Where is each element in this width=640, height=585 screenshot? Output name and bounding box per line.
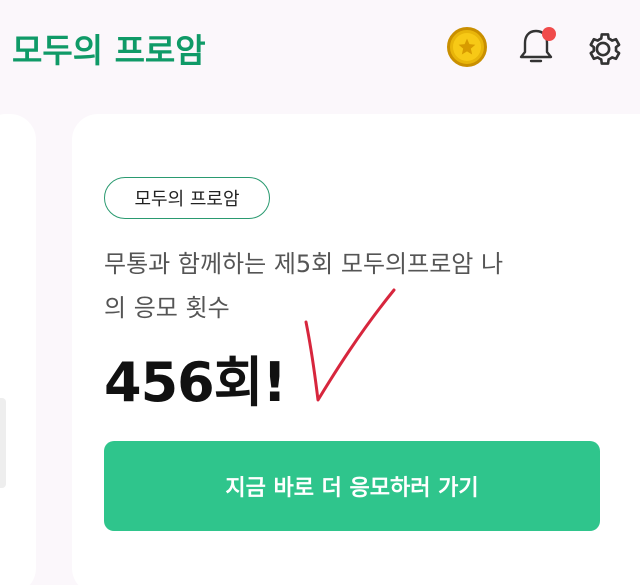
notification-button[interactable] (514, 25, 558, 69)
side-scroll-handle[interactable] (0, 398, 6, 488)
description-line-1: 무통과 함께하는 제5회 모두의프로암 나 (104, 250, 504, 278)
settings-button[interactable] (582, 28, 624, 70)
entry-count: 456회! (104, 350, 287, 414)
coin-button[interactable] (447, 27, 487, 67)
notification-dot (542, 27, 556, 41)
event-chip: 모두의 프로암 (104, 177, 270, 219)
handwritten-checkmark-icon (304, 288, 396, 402)
entry-count-row: 456회! (104, 342, 287, 414)
app-header: 모두의 프로암 (0, 0, 640, 96)
enter-more-button[interactable]: 지금 바로 더 응모하러 가기 (104, 441, 600, 531)
app-logo[interactable]: 모두의 프로암 (12, 24, 206, 72)
gear-icon (589, 33, 621, 65)
coin-star-icon (453, 33, 481, 61)
previous-card[interactable] (0, 114, 36, 585)
